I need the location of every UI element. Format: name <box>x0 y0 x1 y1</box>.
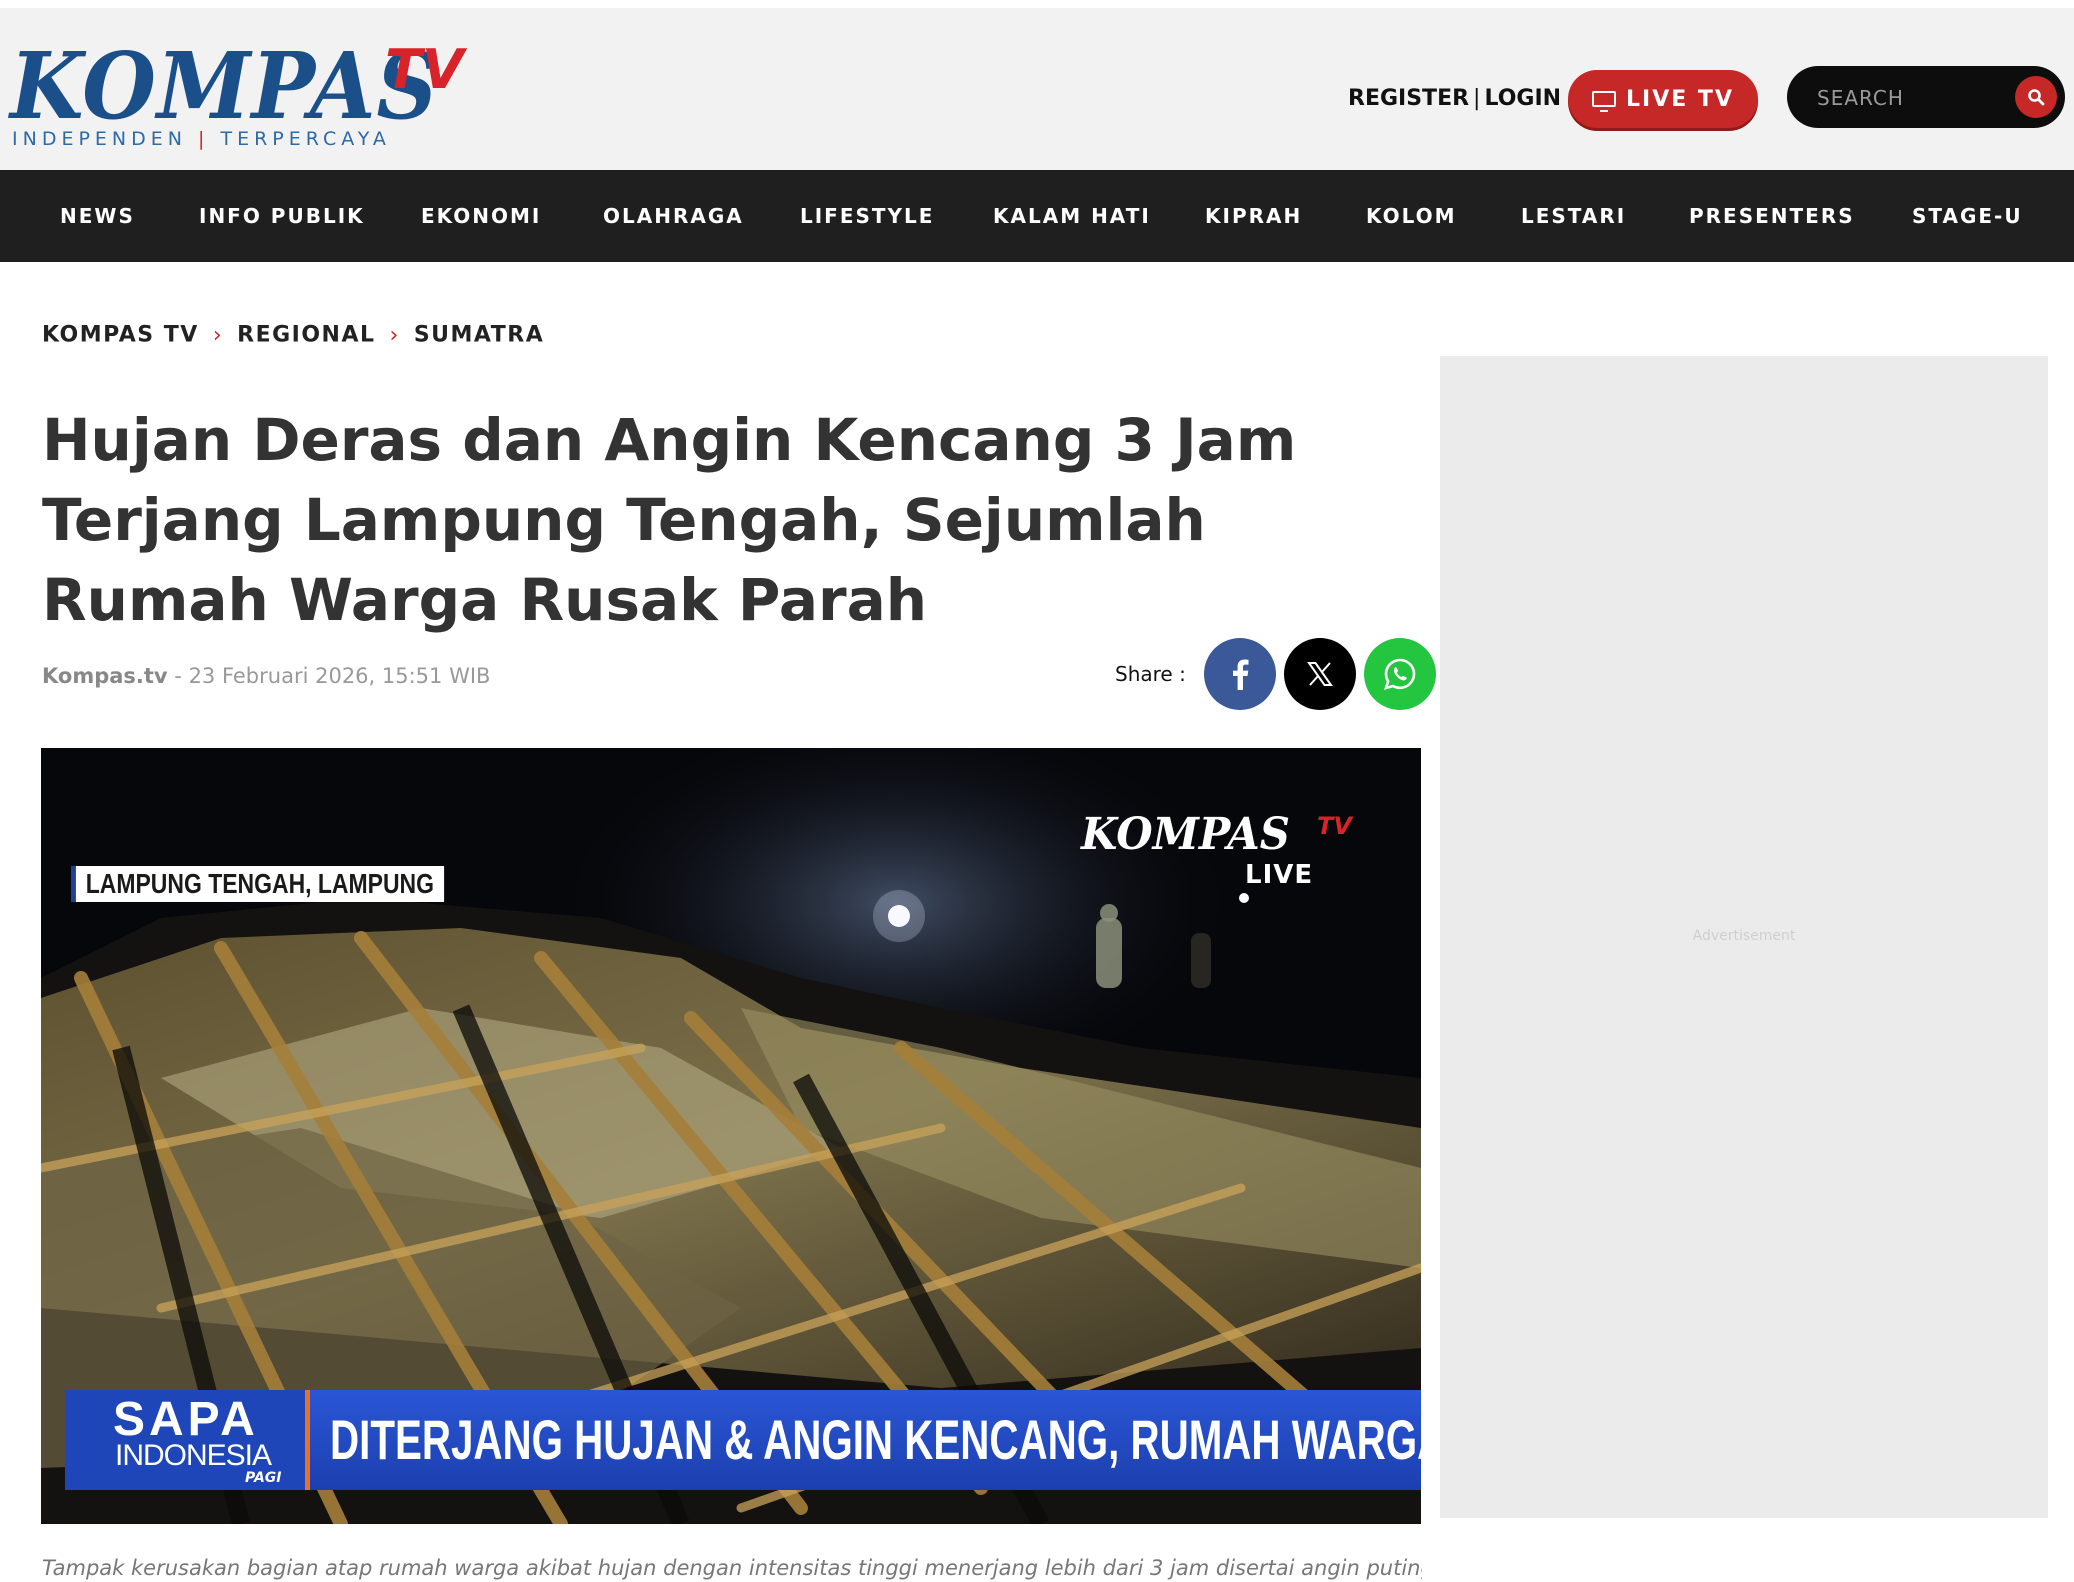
sidebar-ad[interactable]: Advertisement <box>1440 356 2048 1518</box>
logo-tagline: INDEPENDEN | TERPERCAYA <box>12 128 391 150</box>
nav-item-stage-u[interactable]: STAGE-U <box>1912 170 2023 262</box>
login-link[interactable]: LOGIN <box>1484 86 1561 111</box>
meta-separator: - <box>167 664 189 688</box>
share-bar: Share : <box>1115 638 1436 710</box>
watermark-tv: TV <box>1317 812 1352 840</box>
watermark-live: LIVE <box>1245 860 1314 890</box>
share-whatsapp-button[interactable] <box>1363 638 1436 710</box>
headline-ticker: DITERJANG HUJAN & ANGIN KENCANG, RUMAH W… <box>310 1390 1421 1490</box>
news-lower-third: SAPA INDONESIA PAGI DITERJANG HUJAN & AN… <box>65 1390 1421 1490</box>
chevron-right-icon: › <box>212 322 224 348</box>
search-input[interactable] <box>1815 78 1999 118</box>
ad-label: Advertisement <box>1692 928 1796 944</box>
nav-item-kiprah[interactable]: KIPRAH <box>1205 170 1302 262</box>
nav-item-olahraga[interactable]: OLAHRAGA <box>603 170 744 262</box>
article-meta: Kompas.tv - 23 Februari 2026, 15:51 WIB <box>42 664 490 688</box>
tagline-left: INDEPENDEN <box>12 128 187 150</box>
article-source[interactable]: Kompas.tv <box>42 664 168 688</box>
ticker-text: DITERJANG HUJAN & ANGIN KENCANG, RUMAH W… <box>330 1408 1421 1471</box>
nav-item-news[interactable]: NEWS <box>60 170 135 262</box>
facebook-icon <box>1232 659 1249 690</box>
search-button[interactable] <box>2015 76 2057 118</box>
program-line3: PAGI <box>245 1470 282 1486</box>
site-header: KOMPAS TV INDEPENDEN | TERPERCAYA REGIST… <box>0 8 2074 170</box>
chevron-right-icon: › <box>389 322 400 348</box>
top-strip <box>0 0 2074 8</box>
auth-divider: | <box>1473 86 1481 111</box>
breadcrumb-item-kompas-tv[interactable]: KOMPAS TV <box>42 323 199 348</box>
image-caption: Tampak kerusakan bagian atap rumah warga… <box>42 1556 1422 1580</box>
live-tv-button[interactable]: LIVE TV <box>1568 70 1758 128</box>
main-nav: NEWS INFO PUBLIK EKONOMI OLAHRAGA LIFEST… <box>0 170 2074 262</box>
share-label: Share : <box>1115 662 1186 686</box>
x-logo-icon <box>1306 662 1333 686</box>
search-bar <box>1787 66 2065 128</box>
live-tv-label: LIVE TV <box>1626 86 1734 112</box>
tagline-separator: | <box>198 128 210 150</box>
location-label: LAMPUNG TENGAH, LAMPUNG <box>71 866 444 902</box>
program-logo: SAPA INDONESIA PAGI <box>65 1390 310 1490</box>
kompastv-live-watermark: KOMPAS TV LIVE <box>1081 809 1352 891</box>
nav-item-lestari[interactable]: LESTARI <box>1521 170 1626 262</box>
share-facebook-button[interactable] <box>1203 638 1276 710</box>
watermark-main: KOMPAS <box>1081 809 1290 860</box>
tagline-right: TERPERCAYA <box>220 128 391 150</box>
article-title: Hujan Deras dan Angin Kencang 3 Jam Terj… <box>42 406 1297 634</box>
nav-item-presenters[interactable]: PRESENTERS <box>1689 170 1855 262</box>
nav-item-lifestyle[interactable]: LIFESTYLE <box>800 170 934 262</box>
breadcrumb-item-sumatra[interactable]: SUMATRA <box>414 323 544 348</box>
auth-links: REGISTER | LOGIN <box>1348 84 1561 114</box>
register-link[interactable]: REGISTER <box>1348 86 1469 111</box>
nav-item-ekonomi[interactable]: EKONOMI <box>421 170 541 262</box>
article-date: 23 Februari 2026, 15:51 WIB <box>188 664 491 688</box>
breadcrumb-item-regional[interactable]: REGIONAL <box>237 323 375 348</box>
program-line2: INDONESIA <box>115 1439 272 1472</box>
nav-item-info-publik[interactable]: INFO PUBLIK <box>199 170 365 262</box>
share-x-button[interactable] <box>1283 638 1356 710</box>
kompastv-logo[interactable]: KOMPAS TV INDEPENDEN | TERPERCAYA <box>10 36 480 156</box>
nav-item-kolom[interactable]: KOLOM <box>1366 170 1457 262</box>
monitor-icon <box>1592 91 1617 112</box>
search-icon <box>2028 89 2045 106</box>
logo-text: KOMPAS <box>10 32 439 140</box>
nav-item-kalam-hati[interactable]: KALAM HATI <box>993 170 1151 262</box>
whatsapp-icon <box>1383 658 1416 690</box>
logo-tv-suffix: TV <box>385 38 464 101</box>
article-hero-image[interactable]: LAMPUNG TENGAH, LAMPUNG KOMPAS TV LIVE S… <box>41 748 1421 1524</box>
breadcrumb: KOMPAS TV › REGIONAL › SUMATRA <box>42 322 544 356</box>
